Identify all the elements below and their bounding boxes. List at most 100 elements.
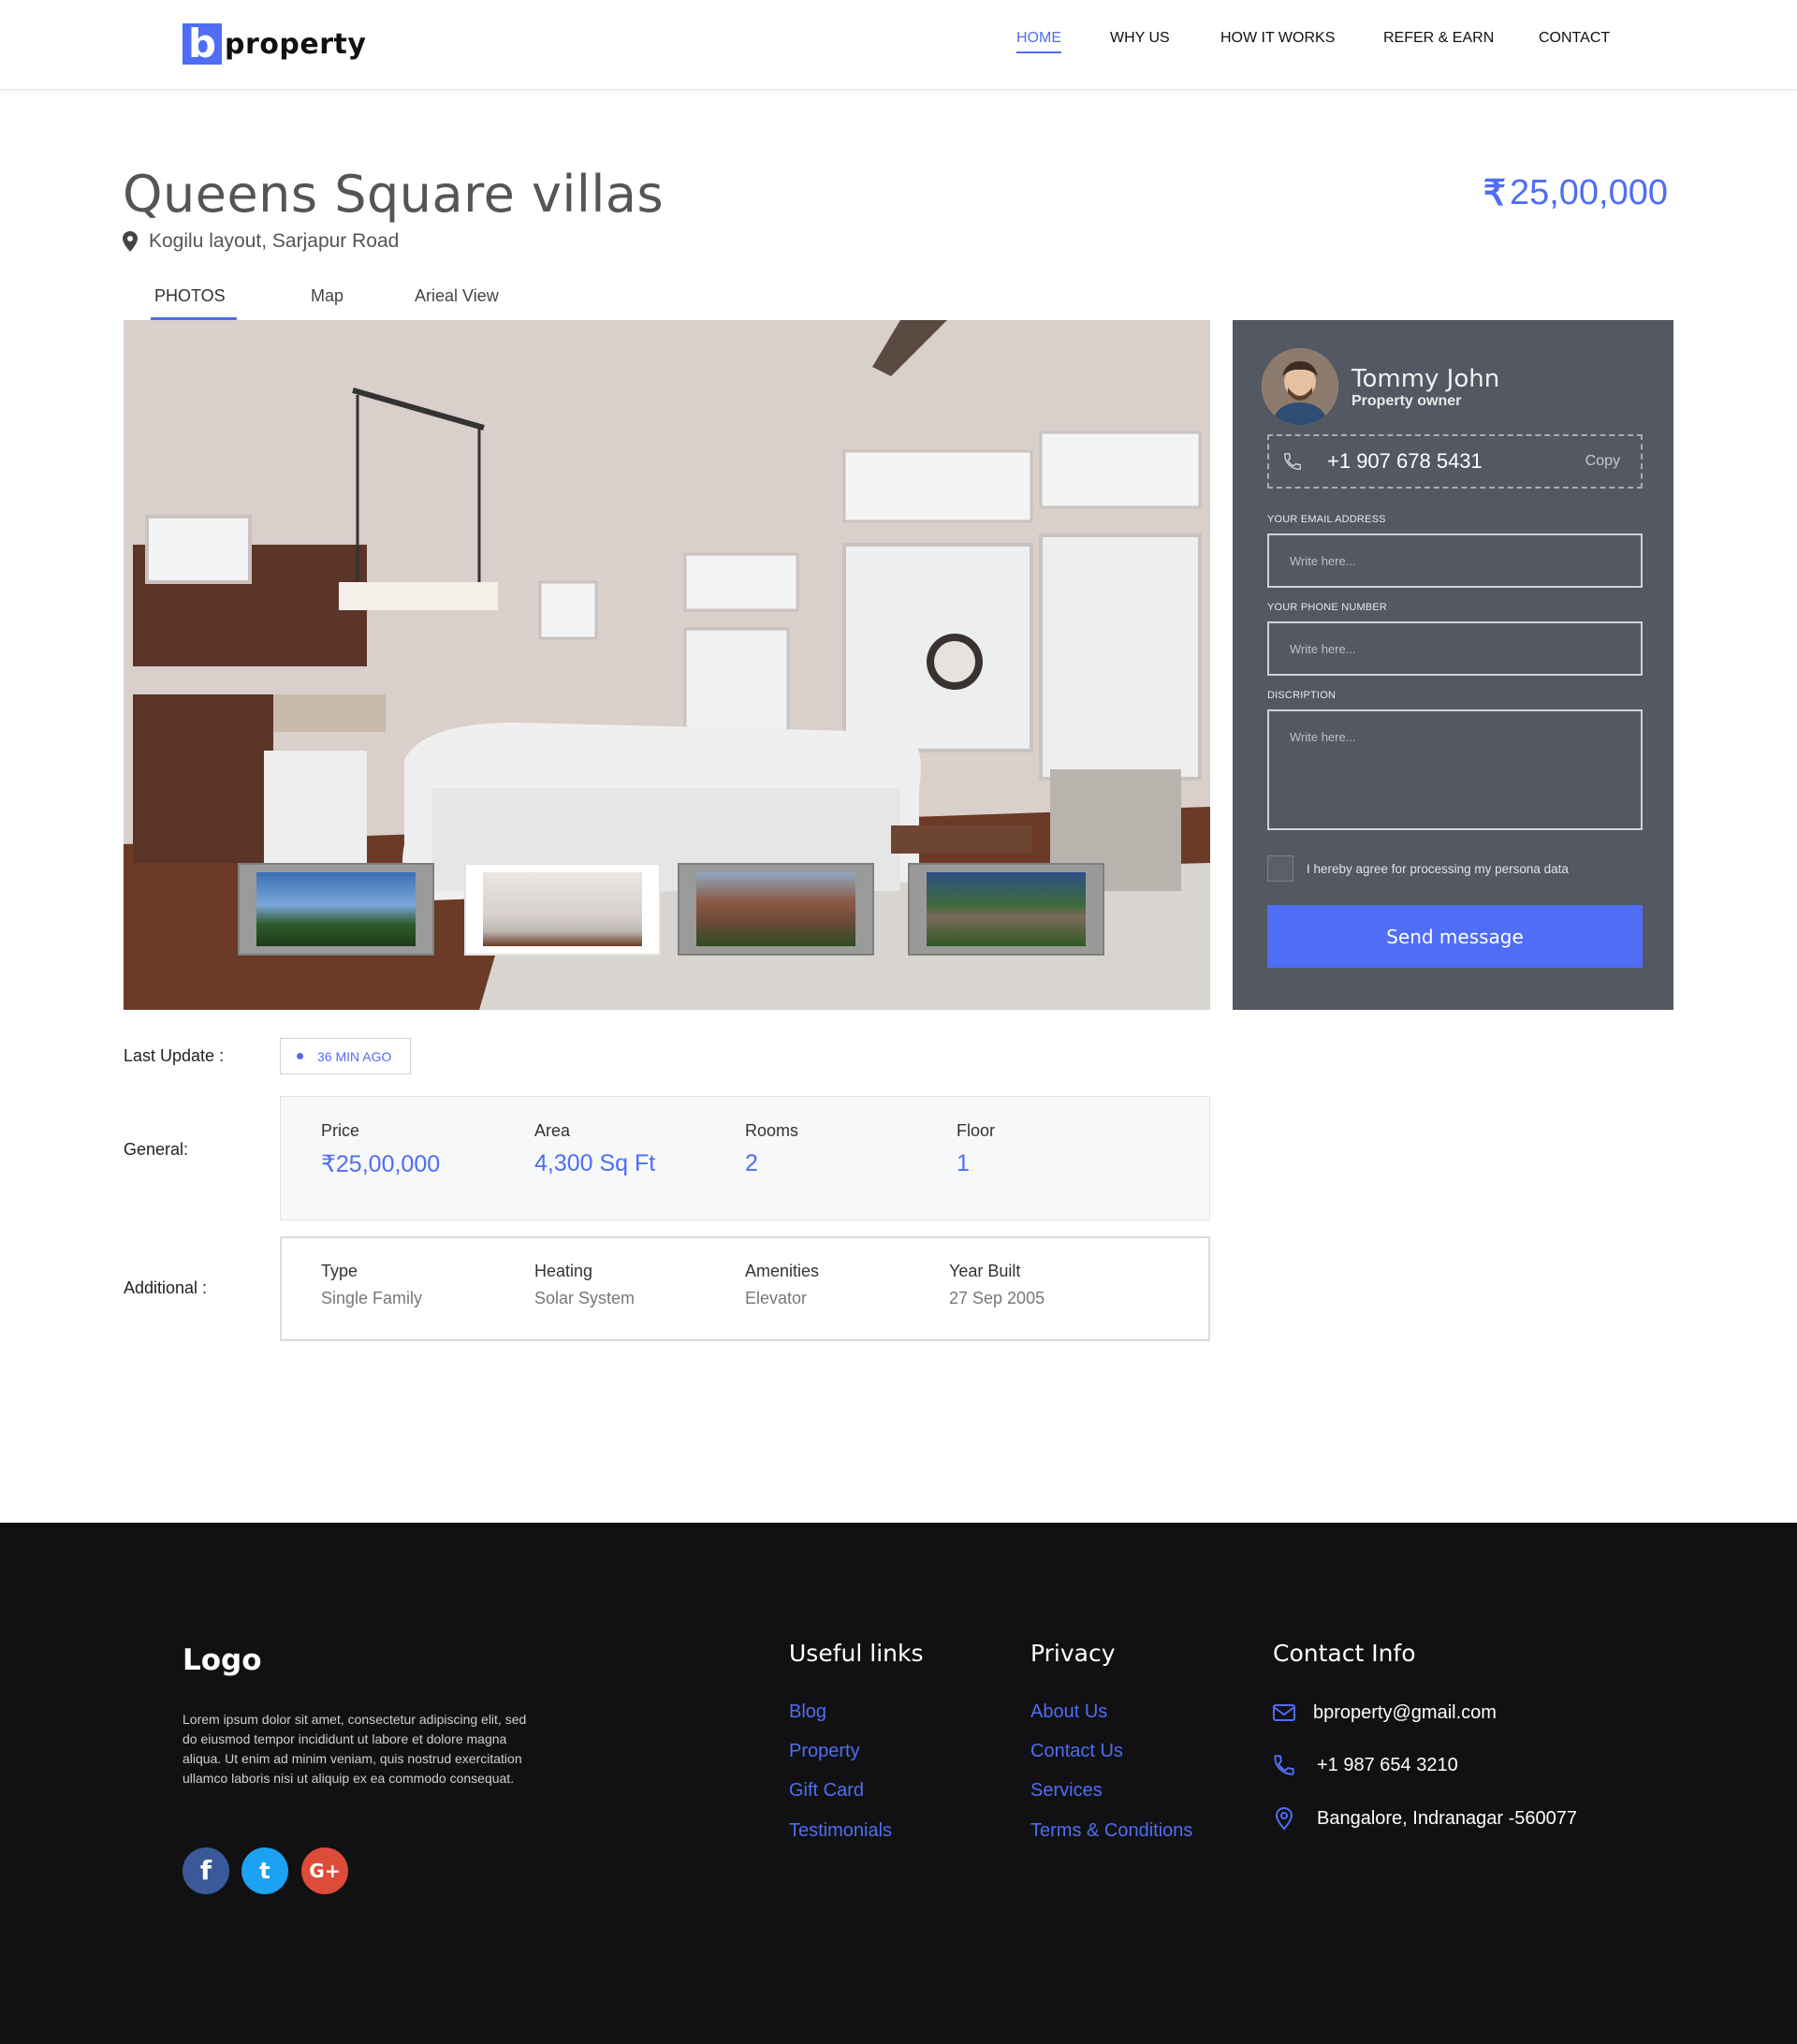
consent-text: I hereby agree for processing my persona…	[1307, 861, 1569, 876]
contact-info-heading: Contact Info	[1273, 1640, 1416, 1667]
additional-amenities-label: Amenities	[745, 1262, 820, 1280]
photo-thumbnails	[238, 863, 1106, 956]
site-footer: Logo Lorem ipsum dolor sit amet, consect…	[0, 1523, 1797, 2044]
nav-why-us[interactable]: WHY US	[1110, 30, 1170, 47]
general-label: General:	[124, 1140, 189, 1159]
general-price-label: Price	[321, 1121, 360, 1140]
footer-link-services[interactable]: Services	[1030, 1780, 1103, 1802]
phone-label: YOUR PHONE NUMBER	[1267, 602, 1388, 613]
nav-home[interactable]: HOME	[1016, 30, 1061, 53]
site-header: b property HOME WHY US HOW IT WORKS REFE…	[0, 0, 1797, 90]
additional-type-label: Type	[321, 1262, 358, 1280]
privacy-heading: Privacy	[1030, 1640, 1116, 1667]
consent-row: I hereby agree for processing my persona…	[1267, 855, 1569, 882]
general-area: Area 4,300 Sq Ft	[534, 1121, 655, 1177]
additional-heating-value: Solar System	[534, 1289, 636, 1307]
additional-type: Type Single Family	[321, 1262, 422, 1308]
footer-link-property[interactable]: Property	[789, 1741, 860, 1762]
description-label: DISCRIPTION	[1267, 690, 1337, 701]
footer-about-text: Lorem ipsum dolor sit amet, consectetur …	[183, 1712, 527, 1786]
footer-link-gift-card[interactable]: Gift Card	[789, 1780, 864, 1802]
location-text: Kogilu layout, Sarjapur Road	[149, 230, 400, 252]
owner-avatar	[1262, 348, 1338, 425]
nav-contact[interactable]: CONTACT	[1539, 30, 1610, 47]
contact-phone: +1 987 654 3210	[1272, 1753, 1458, 1777]
property-title: Queens Square villas	[123, 165, 665, 224]
general-floor: Floor 1	[957, 1121, 995, 1177]
brand-logo[interactable]: b property	[183, 23, 366, 65]
footer-link-testimonials[interactable]: Testimonials	[789, 1820, 892, 1842]
thumbnail-2[interactable]	[464, 863, 661, 956]
additional-label: Additional :	[124, 1278, 208, 1297]
brand-mark: b	[183, 23, 222, 65]
general-floor-value: 1	[957, 1150, 970, 1176]
owner-contact-panel: Tommy John Property owner +1 907 678 543…	[1233, 320, 1673, 1010]
tab-aerial-view[interactable]: Arieal View	[415, 286, 499, 306]
google-plus-icon[interactable]: G+	[301, 1847, 348, 1894]
map-pin-icon	[123, 231, 138, 252]
footer-logo[interactable]: Logo	[183, 1643, 262, 1677]
contact-email-text[interactable]: bproperty@gmail.com	[1313, 1702, 1497, 1724]
copy-phone-button[interactable]: Copy	[1585, 453, 1620, 470]
phone-field[interactable]	[1267, 621, 1643, 676]
owner-phone-number: +1 907 678 5431	[1327, 449, 1483, 473]
consent-checkbox[interactable]	[1267, 855, 1293, 882]
last-update-badge: 36 MIN AGO	[280, 1038, 411, 1074]
general-rooms: Rooms 2	[745, 1121, 798, 1177]
description-field[interactable]	[1267, 709, 1643, 830]
useful-links-heading: Useful links	[789, 1640, 924, 1667]
additional-type-value: Single Family	[321, 1289, 423, 1307]
owner-phone-box: +1 907 678 5431 Copy	[1267, 434, 1643, 489]
twitter-icon[interactable]: t	[241, 1847, 288, 1894]
general-rooms-label: Rooms	[745, 1121, 799, 1140]
envelope-icon	[1273, 1704, 1295, 1721]
email-field[interactable]	[1267, 533, 1643, 588]
property-location: Kogilu layout, Sarjapur Road	[123, 230, 399, 253]
additional-year-built: Year Built 27 Sep 2005	[949, 1262, 1045, 1308]
general-floor-label: Floor	[957, 1121, 996, 1140]
nav-refer-earn[interactable]: REFER & EARN	[1383, 30, 1494, 47]
last-update-label: Last Update :	[124, 1046, 225, 1065]
contact-address: Bangalore, Indranagar -560077	[1272, 1806, 1577, 1831]
general-area-label: Area	[534, 1121, 571, 1140]
phone-icon	[1274, 1755, 1294, 1775]
footer-link-about-us[interactable]: About Us	[1030, 1701, 1107, 1723]
facebook-icon[interactable]: f	[183, 1847, 229, 1894]
phone-icon	[1284, 453, 1301, 470]
footer-link-blog[interactable]: Blog	[789, 1701, 826, 1723]
tab-photos[interactable]: PHOTOS	[154, 286, 226, 306]
additional-heating: Heating Solar System	[534, 1262, 635, 1308]
status-dot-icon	[297, 1053, 303, 1059]
contact-phone-text[interactable]: +1 987 654 3210	[1317, 1755, 1458, 1776]
general-details-box: Price ₹25,00,000 Area 4,300 Sq Ft Rooms …	[280, 1096, 1210, 1220]
brand-name: property	[225, 27, 367, 61]
additional-amenities: Amenities Elevator	[745, 1262, 819, 1308]
contact-address-text: Bangalore, Indranagar -560077	[1317, 1807, 1577, 1829]
additional-heating-label: Heating	[534, 1262, 593, 1280]
nav-how-it-works[interactable]: HOW IT WORKS	[1220, 30, 1335, 47]
contact-email: bproperty@gmail.com	[1272, 1701, 1497, 1725]
general-rooms-value: 2	[745, 1150, 758, 1176]
thumbnail-1[interactable]	[238, 863, 434, 956]
last-update-value: 36 MIN AGO	[317, 1048, 392, 1064]
header-price: ₹ 25,00,000	[1483, 172, 1668, 214]
email-label: YOUR EMAIL ADDRESS	[1267, 514, 1386, 525]
additional-amenities-value: Elevator	[745, 1289, 808, 1307]
general-area-value: 4,300 Sq Ft	[534, 1150, 656, 1176]
price-value: 25,00,000	[1509, 173, 1668, 212]
additional-year-label: Year Built	[949, 1262, 1021, 1280]
tab-map[interactable]: Map	[311, 286, 343, 306]
map-pin-icon	[1275, 1806, 1293, 1831]
send-message-button[interactable]: Send message	[1267, 905, 1643, 968]
thumbnail-4[interactable]	[908, 863, 1104, 956]
general-price: Price ₹25,00,000	[321, 1121, 440, 1178]
thumbnail-3[interactable]	[678, 863, 874, 956]
owner-name: Tommy John	[1351, 365, 1500, 393]
footer-link-terms[interactable]: Terms & Conditions	[1030, 1820, 1192, 1842]
rupee-icon: ₹	[1483, 174, 1506, 213]
additional-year-value: 27 Sep 2005	[949, 1289, 1045, 1307]
owner-role: Property owner	[1351, 393, 1462, 409]
additional-details-box: Type Single Family Heating Solar System …	[280, 1236, 1210, 1341]
media-tabs: PHOTOS Map Arieal View	[123, 281, 591, 322]
footer-link-contact-us[interactable]: Contact Us	[1030, 1741, 1123, 1762]
